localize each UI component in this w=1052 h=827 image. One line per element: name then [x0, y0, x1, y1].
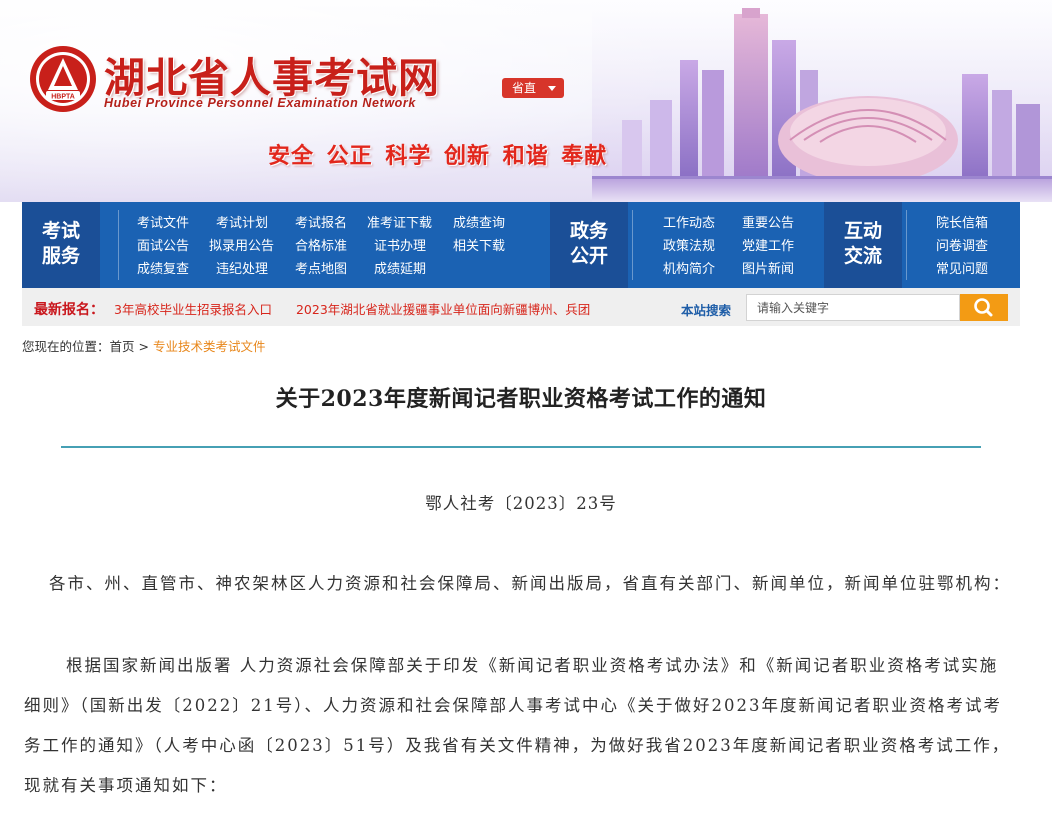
nav-heading-line: 考试	[41, 220, 80, 242]
nav-link-venue-map[interactable]: 考点地图	[295, 262, 347, 278]
nav-link-work-news[interactable]: 工作动态	[663, 216, 715, 232]
site-subtitle: Hubei Province Personnel Examination Net…	[104, 96, 416, 110]
document-number: 鄂人社考〔2023〕23号	[425, 494, 617, 513]
nav-link-party-building[interactable]: 党建工作	[742, 239, 794, 255]
nav-link-survey[interactable]: 问卷调查	[936, 239, 988, 255]
nav-link-certificate[interactable]: 证书办理	[374, 239, 426, 255]
news-ticker-bar: 最新报名： 3年高校毕业生招录报名入口 2023年湖北省就业援疆事业单位面向新疆博…	[22, 288, 1020, 326]
nav-heading-government-affairs: 政务 公开	[550, 202, 628, 288]
nav-link-photo-news[interactable]: 图片新闻	[742, 262, 794, 278]
nav-link-exam-documents[interactable]: 考试文件	[137, 216, 189, 232]
nav-link-faq[interactable]: 常见问题	[936, 262, 988, 278]
nav-link-interview-notice[interactable]: 面试公告	[137, 239, 189, 255]
site-header: HBPTA 湖北省人事考试网 Hubei Province Personnel …	[0, 0, 1052, 202]
nav-link-score-review[interactable]: 成绩复查	[137, 262, 189, 278]
breadcrumb: 您现在的位置：首页 > 专业技术类考试文件	[22, 336, 266, 355]
breadcrumb-current-link[interactable]: 专业技术类考试文件	[153, 339, 266, 354]
region-selector-label: 省直	[512, 81, 537, 95]
emblem-text: HBPTA	[51, 94, 75, 101]
nav-link-pass-standard[interactable]: 合格标准	[295, 239, 347, 255]
article-paragraph: 根据国家新闻出版署 人力资源社会保障部关于印发《新闻记者职业资格考试办法》和《新…	[24, 656, 1011, 795]
nav-heading-line: 交流	[843, 245, 882, 267]
search-button[interactable]	[960, 294, 1008, 321]
search-input[interactable]	[746, 294, 960, 321]
nav-link-important-notice[interactable]: 重要公告	[742, 216, 794, 232]
breadcrumb-home-link[interactable]: 首页	[110, 339, 135, 354]
nav-divider	[118, 210, 119, 280]
nav-link-hiring-notice[interactable]: 拟录用公告	[209, 239, 274, 255]
nav-divider	[632, 210, 633, 280]
nav-link-score-query[interactable]: 成绩查询	[453, 216, 505, 232]
search-label: 本站搜索	[681, 303, 732, 318]
ticker-label: 最新报名：	[34, 302, 104, 318]
nav-heading-exam-service: 考试 服务	[22, 202, 100, 288]
region-selector[interactable]: 省直	[502, 78, 564, 98]
nav-link-violation-handling[interactable]: 违纪处理	[216, 262, 268, 278]
ticker-item[interactable]: 3年高校毕业生招录报名入口	[114, 299, 272, 317]
nav-link-policies[interactable]: 政策法规	[663, 239, 715, 255]
nav-link-admission-ticket[interactable]: 准考证下载	[367, 216, 432, 232]
title-divider	[61, 446, 981, 448]
nav-heading-line: 政务	[569, 220, 608, 242]
main-nav: 考试 服务 考试文件 考试计划 考试报名 准考证下载 成绩查询 面试公告 拟录用…	[22, 202, 1020, 288]
nav-link-director-mailbox[interactable]: 院长信箱	[936, 216, 988, 232]
search-icon	[974, 298, 993, 317]
nav-link-exam-registration[interactable]: 考试报名	[295, 216, 347, 232]
nav-link-organization[interactable]: 机构简介	[663, 262, 715, 278]
nav-link-downloads[interactable]: 相关下载	[453, 239, 505, 255]
ticker-item[interactable]: 2023年湖北省就业援疆事业单位面向新疆博州、兵团	[296, 299, 590, 317]
nav-heading-line: 互动	[843, 220, 882, 242]
nav-divider	[906, 210, 907, 280]
nav-link-score-extension[interactable]: 成绩延期	[374, 262, 426, 278]
article-paragraph: 各市、州、直管市、神农架林区人力资源和社会保障局、新闻出版局，省直有关部门、新闻…	[49, 574, 1011, 593]
breadcrumb-separator: >	[138, 339, 150, 354]
nav-heading-line: 服务	[41, 245, 80, 267]
nav-link-exam-plan[interactable]: 考试计划	[216, 216, 268, 232]
slogan: 安全 公正 科学 创新 和谐 奉献	[268, 144, 608, 169]
breadcrumb-prefix: 您现在的位置：	[22, 339, 110, 354]
hbpta-emblem-logo: HBPTA	[30, 46, 96, 112]
article-title: 关于2023年度新闻记者职业资格考试工作的通知	[275, 386, 767, 412]
nav-heading-line: 公开	[569, 245, 608, 267]
nav-heading-interaction: 互动 交流	[824, 202, 902, 288]
site-title: 湖北省人事考试网	[104, 54, 440, 102]
caret-down-icon	[548, 86, 556, 91]
city-skyline-illustration	[592, 0, 1052, 202]
ticker-track: 3年高校毕业生招录报名入口 2023年湖北省就业援疆事业单位面向新疆博州、兵团	[114, 299, 640, 317]
